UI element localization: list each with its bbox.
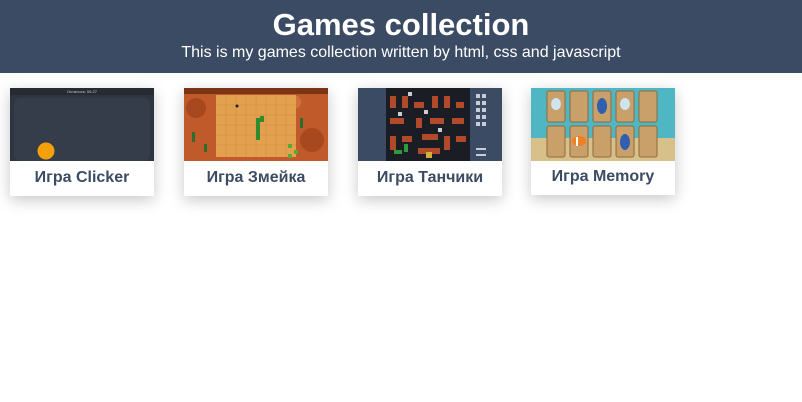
game-card-memory[interactable]: Игра Memory [531, 88, 675, 195]
tanks-game-icon [358, 88, 502, 161]
game-card-label: Игра Змейка [206, 169, 306, 186]
snake-game-icon [184, 88, 328, 161]
page-header: Games collection This is my games collec… [0, 0, 802, 73]
game-card-tanks[interactable]: Игра Танчики [358, 88, 502, 196]
clicker-timer-text: Осталось: 06.27 [67, 89, 98, 94]
game-card-label: Игра Memory [551, 168, 655, 185]
page-subtitle: This is my games collection written by h… [181, 44, 621, 61]
clicker-game-icon: Осталось: 06.27 [10, 88, 154, 161]
memory-game-icon [531, 88, 675, 161]
game-card-label: Игра Clicker [34, 169, 130, 186]
page-title: Games collection [272, 7, 530, 42]
game-card-label: Игра Танчики [376, 169, 484, 186]
game-card-clicker[interactable]: Осталось: 06.27 Игра Clicker [10, 88, 154, 196]
game-card-snake[interactable]: Игра Змейка [184, 88, 328, 196]
